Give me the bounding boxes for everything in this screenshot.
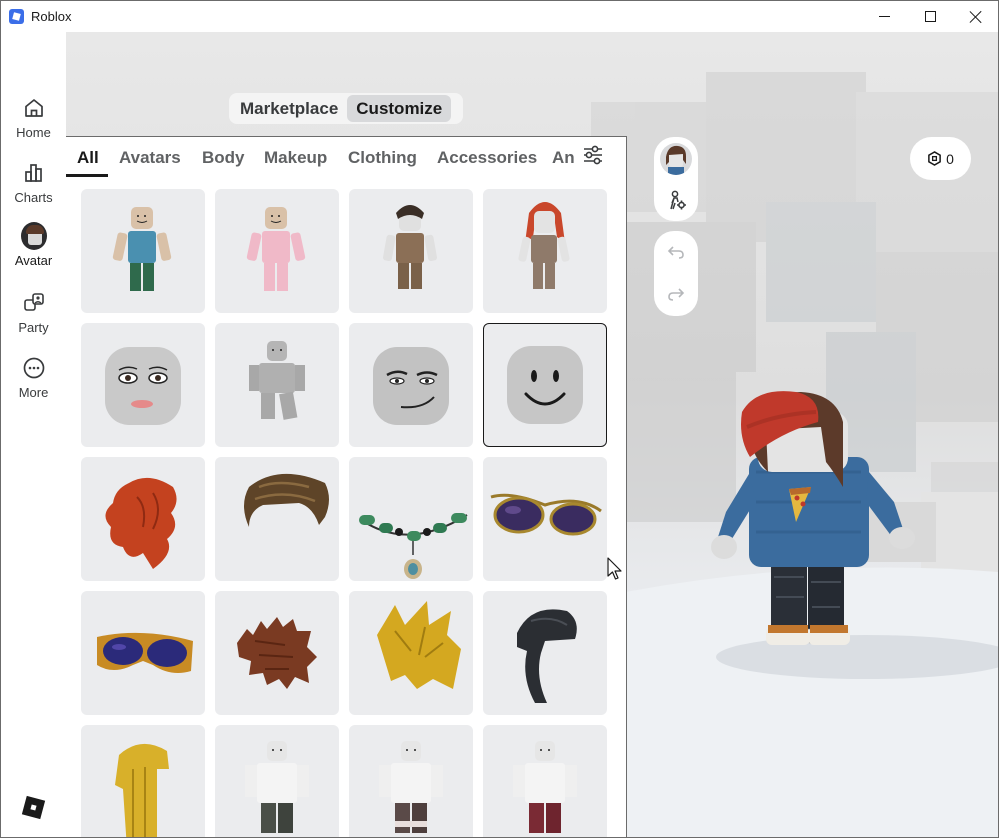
sidebar-item-party[interactable]: Party [1,290,66,350]
category-tabs: All Avatars Body Makeup Clothing Accesso… [66,137,626,181]
filter-sliders-icon [584,145,602,165]
hair-red-thumbnail [105,477,177,569]
item-tile-hair-gold-long[interactable] [81,725,205,837]
tab-body[interactable]: Body [202,148,245,168]
item-tile-hair-brown[interactable] [215,457,339,581]
sunglasses-orange-thumbnail [97,632,193,673]
item-tile-outfit-white-3[interactable] [483,725,607,837]
mode-switch: Marketplace Customize [229,93,463,124]
avatar-pink-thumbnail [246,207,306,291]
avatar-red-hair-thumbnail [518,202,570,289]
hair-black-tail-thumbnail [517,609,577,703]
item-tile-sunglasses-aviator[interactable] [483,457,607,581]
item-tile-avatar-red-hair[interactable] [483,189,607,313]
item-tile-outfit-white-1[interactable] [215,725,339,837]
robux-balance[interactable]: 0 [910,137,971,180]
sidebar-item-label: Home [16,125,51,140]
item-tile-sunglasses-orange[interactable] [81,591,205,715]
body-gray-thumbnail [249,341,305,420]
avatar-settings-button[interactable] [666,189,688,211]
charts-icon [21,160,47,186]
avatar-tools-pill [654,137,698,221]
maximize-icon [924,11,936,22]
more-icon [21,355,47,381]
customize-tab[interactable]: Customize [347,95,452,122]
item-tile-necklace-jade[interactable] [349,457,473,581]
roblox-window: Roblox Home Charts Avatar Party More Mar… [0,0,999,838]
item-tile-face-woman[interactable] [81,323,205,447]
avatar-brown-hair-thumbnail [383,205,437,289]
history-pill [654,231,698,316]
sidebar-item-label: Avatar [14,253,53,268]
item-tile-outfit-white-2[interactable] [349,725,473,837]
undo-button[interactable] [666,242,686,262]
title-bar: Roblox [1,1,998,32]
filter-button[interactable] [582,144,604,166]
face-smirk-thumbnail [373,347,449,425]
item-tile-hair-red[interactable] [81,457,205,581]
avatar-thumbnail [20,222,47,250]
sidebar-item-label: Party [18,320,49,335]
tab-accessories[interactable]: Accessories [437,148,537,168]
marketplace-tab[interactable]: Marketplace [231,95,347,122]
tab-all[interactable]: All [77,148,99,168]
roblox-logo-icon [21,795,46,820]
outfit-white-1-thumbnail [245,741,309,833]
tab-animations[interactable]: An [552,148,575,168]
tab-avatars[interactable]: Avatars [119,148,181,168]
hair-gold-spiky-thumbnail [377,601,461,689]
avatar-icon [20,222,47,250]
avatar-blue-thumbnail [112,207,172,291]
maximize-button[interactable] [907,1,953,32]
robux-icon [928,151,941,166]
party-icon [21,290,47,316]
person-gear-icon [670,190,686,210]
item-tile-avatar-brown-hair[interactable] [349,189,473,313]
outfit-white-3-thumbnail [513,741,577,833]
sidebar-item-label: Charts [14,190,53,205]
redo-button[interactable] [666,284,686,304]
item-tile-face-smile[interactable] [483,323,607,447]
hair-brown-thumbnail [244,473,329,527]
sidebar-item-more[interactable]: More [1,355,66,415]
item-tile-hair-gold-spiky[interactable] [349,591,473,715]
active-tab-indicator [66,174,108,177]
item-tile-avatar-blue[interactable] [81,189,205,313]
sidebar-item-charts[interactable]: Charts [1,160,66,220]
avatar-headshot-icon [666,145,686,175]
item-tile-body-gray[interactable] [215,323,339,447]
robux-amount: 0 [946,150,954,167]
tab-clothing[interactable]: Clothing [348,148,417,168]
item-tile-hair-black-tail[interactable] [483,591,607,715]
sidebar-item-avatar[interactable]: Avatar [1,222,66,283]
item-tile-face-smirk[interactable] [349,323,473,447]
sidebar-item-home[interactable]: Home [1,95,66,155]
minimize-button[interactable] [861,1,907,32]
tab-makeup[interactable]: Makeup [264,148,327,168]
roblox-app-icon [9,9,24,24]
minimize-icon [878,16,890,17]
face-woman-thumbnail [105,347,181,425]
necklace-jade-thumbnail [359,513,468,579]
undo-icon [667,246,684,259]
home-icon [21,95,47,121]
sunglasses-aviator-thumbnail [490,493,602,536]
outfit-white-2-thumbnail [379,741,443,833]
redo-icon [668,288,685,301]
item-tile-avatar-pink[interactable] [215,189,339,313]
sidebar-item-label: More [18,385,49,400]
item-tile-hair-spiky-brown[interactable] [215,591,339,715]
hair-spiky-brown-thumbnail [237,617,317,689]
avatar-headshot-button[interactable] [660,143,692,175]
mouse-cursor-icon [607,557,622,580]
window-title: Roblox [31,9,72,24]
inventory-panel: All Avatars Body Makeup Clothing Accesso… [66,136,627,837]
hair-gold-long-thumbnail [115,744,169,837]
sidebar: Home Charts Avatar Party More [1,32,66,837]
close-icon [969,10,983,24]
face-smile-thumbnail [507,346,583,424]
close-button[interactable] [953,1,998,32]
